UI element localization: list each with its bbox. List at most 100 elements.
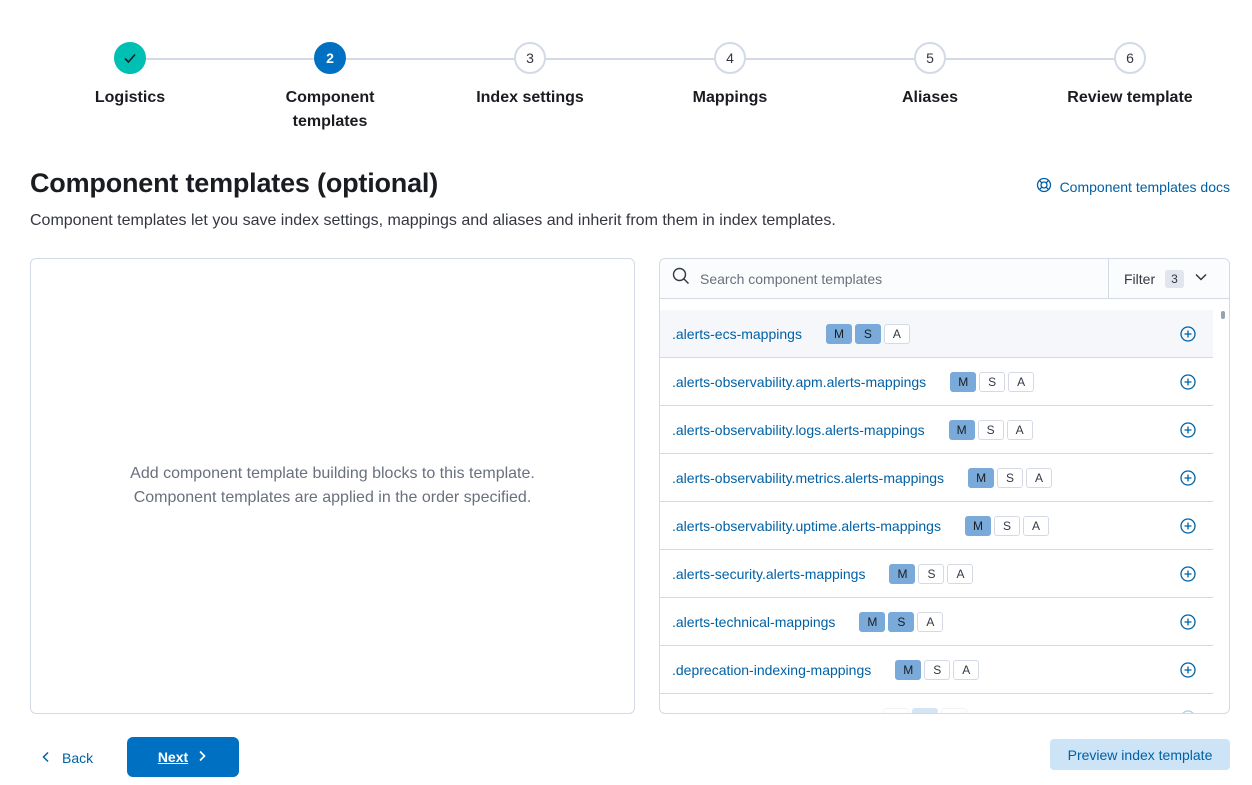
filter-button[interactable]: Filter 3 bbox=[1108, 259, 1229, 298]
badge-a: A bbox=[953, 659, 980, 680]
badge-a: A bbox=[883, 323, 910, 344]
template-row: .alerts-observability.uptime.alerts-mapp… bbox=[660, 502, 1213, 550]
template-badges: MSA bbox=[882, 707, 967, 713]
template-row: .alerts-observability.apm.alerts-mapping… bbox=[660, 358, 1213, 406]
search-input[interactable] bbox=[700, 270, 1080, 287]
badge-s: S bbox=[888, 611, 915, 632]
docs-link-label: Component templates docs bbox=[1059, 178, 1230, 195]
template-list: .alerts-ecs-mappings M S A .alerts-observabi… bbox=[660, 310, 1213, 714]
step-logistics[interactable]: Logistics bbox=[30, 42, 230, 110]
template-badges: MSA bbox=[889, 563, 974, 584]
badge-s: S bbox=[993, 515, 1020, 536]
next-label: Next bbox=[157, 749, 189, 765]
page-description: Component templates let you save index s… bbox=[30, 212, 836, 229]
next-button[interactable]: Next bbox=[127, 737, 239, 777]
template-badges: MSA bbox=[895, 659, 980, 680]
step-label: Mappings bbox=[692, 89, 768, 106]
search-icon bbox=[672, 267, 690, 290]
step-mappings[interactable]: 4 Mappings bbox=[630, 42, 830, 110]
step-number: 4 bbox=[714, 42, 746, 74]
template-row: .deprecation-indexing-mappings M S A bbox=[660, 646, 1213, 694]
filter-count-badge: 3 bbox=[1165, 269, 1184, 288]
template-name-link[interactable]: .deprecation-indexing-settings bbox=[672, 710, 859, 714]
badge-a: A bbox=[1026, 467, 1053, 488]
badge-s: S bbox=[997, 467, 1024, 488]
template-name-link[interactable]: .alerts-observability.logs.alerts-mappin… bbox=[672, 422, 925, 438]
step-number: 2 bbox=[314, 42, 346, 74]
plus-circle-icon[interactable] bbox=[1179, 613, 1197, 631]
plus-circle-icon[interactable] bbox=[1179, 517, 1197, 535]
selected-templates-panel: Add component template building blocks t… bbox=[30, 258, 635, 714]
badge-m: M bbox=[825, 323, 852, 344]
check-icon bbox=[114, 42, 146, 74]
step-label: Logistics bbox=[94, 89, 166, 106]
search-field[interactable] bbox=[660, 259, 1108, 298]
template-row: .alerts-observability.logs.alerts-mappin… bbox=[660, 406, 1213, 454]
chevron-left-icon bbox=[40, 750, 52, 766]
available-templates-panel: Filter 3 .alerts-ecs-mappingsMSA.alerts-… bbox=[659, 258, 1230, 714]
template-row: .deprecation-indexing-settings MSA bbox=[660, 694, 1213, 714]
empty-prompt: Add component template building blocks t… bbox=[130, 462, 535, 510]
plus-circle-icon[interactable] bbox=[1179, 709, 1197, 713]
badge-m: M bbox=[895, 659, 922, 680]
template-badges: MSA bbox=[950, 371, 1035, 392]
template-name-link[interactable]: .alerts-technical-mappings bbox=[672, 614, 835, 630]
badge-a: A bbox=[1022, 515, 1049, 536]
step-aliases[interactable]: 5 Aliases bbox=[830, 42, 1030, 110]
step-label: Review template bbox=[1067, 89, 1193, 106]
plus-circle-icon[interactable] bbox=[1179, 325, 1197, 343]
step-label: Aliases bbox=[901, 89, 959, 106]
step-label: Index settings bbox=[476, 89, 584, 106]
page-title: Component templates (optional) bbox=[30, 168, 438, 198]
step-label: Component templates bbox=[285, 89, 375, 130]
help-icon bbox=[1036, 177, 1052, 196]
chevron-down-icon bbox=[1194, 270, 1208, 287]
preview-index-template-button[interactable]: Preview index template bbox=[1050, 739, 1230, 770]
template-badges: MSA bbox=[964, 515, 1049, 536]
badge-m: M bbox=[889, 563, 916, 584]
template-badges: MSA bbox=[859, 611, 944, 632]
plus-circle-icon[interactable] bbox=[1179, 661, 1197, 679]
template-badges: MSA bbox=[948, 419, 1033, 440]
template-row: .alerts-ecs-mappings M S A bbox=[660, 310, 1213, 358]
template-name-link[interactable]: .alerts-observability.uptime.alerts-mapp… bbox=[672, 518, 941, 534]
template-name-link[interactable]: .alerts-ecs-mappings bbox=[672, 326, 802, 342]
step-number: 3 bbox=[514, 42, 546, 74]
step-index-settings[interactable]: 3 Index settings bbox=[430, 42, 630, 110]
plus-circle-icon[interactable] bbox=[1179, 373, 1197, 391]
badge-m: M bbox=[968, 467, 995, 488]
template-row: .alerts-security.alerts-mappings M S A bbox=[660, 550, 1213, 598]
step-review-template[interactable]: 6 Review template bbox=[1030, 42, 1230, 110]
docs-link[interactable]: Component templates docs bbox=[1036, 177, 1230, 196]
step-number: 6 bbox=[1114, 42, 1146, 74]
template-name-link[interactable]: .alerts-observability.metrics.alerts-map… bbox=[672, 470, 944, 486]
step-component-templates[interactable]: 2 Component templates bbox=[230, 42, 430, 134]
plus-circle-icon[interactable] bbox=[1179, 421, 1197, 439]
template-name-link[interactable]: .deprecation-indexing-mappings bbox=[672, 662, 871, 678]
badge-m: M bbox=[882, 707, 909, 713]
template-badges: MSA bbox=[968, 467, 1053, 488]
plus-circle-icon[interactable] bbox=[1179, 565, 1197, 583]
badge-a: A bbox=[1008, 371, 1035, 392]
badge-s: S bbox=[979, 371, 1006, 392]
empty-line: Component templates are applied in the o… bbox=[133, 489, 532, 506]
template-row: .alerts-technical-mappings M S A bbox=[660, 598, 1213, 646]
badge-s: S bbox=[911, 707, 938, 713]
badge-m: M bbox=[859, 611, 886, 632]
badge-m: M bbox=[964, 515, 991, 536]
badge-a: A bbox=[1006, 419, 1033, 440]
badge-a: A bbox=[917, 611, 944, 632]
template-row: .alerts-observability.metrics.alerts-map… bbox=[660, 454, 1213, 502]
chevron-right-icon bbox=[196, 749, 208, 765]
badge-s: S bbox=[924, 659, 951, 680]
template-badges: MSA bbox=[825, 323, 910, 344]
badge-a: A bbox=[947, 563, 974, 584]
back-button[interactable]: Back bbox=[40, 747, 93, 769]
plus-circle-icon[interactable] bbox=[1179, 469, 1197, 487]
step-number: 5 bbox=[914, 42, 946, 74]
scrollbar[interactable] bbox=[1221, 311, 1225, 319]
steps-nav: Logistics 2 Component templates 3 Index … bbox=[30, 40, 1230, 140]
badge-a: A bbox=[940, 707, 967, 713]
template-name-link[interactable]: .alerts-observability.apm.alerts-mapping… bbox=[672, 374, 926, 390]
template-name-link[interactable]: .alerts-security.alerts-mappings bbox=[672, 566, 865, 582]
